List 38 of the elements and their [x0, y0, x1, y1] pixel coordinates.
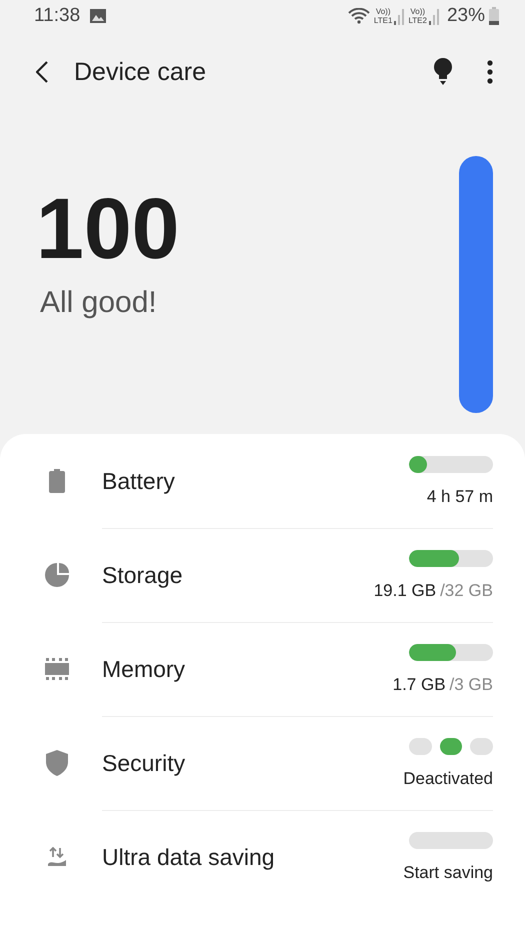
network-label: LTE2 [408, 16, 427, 25]
back-icon[interactable] [36, 61, 48, 83]
data-arrows-icon [48, 847, 66, 867]
item-label: Security [102, 750, 186, 777]
network-label: LTE1 [374, 16, 392, 25]
battery-icon [489, 7, 499, 25]
list-item[interactable]: Memory 1.7 GB /3 GB [0, 622, 525, 716]
score-value: 100 [36, 186, 180, 272]
memory-chip-icon [45, 658, 69, 680]
pie-chart-icon [45, 563, 69, 587]
volte-label: Vo)) [376, 7, 390, 16]
item-total: /32 GB [440, 581, 493, 600]
status-message: All good! [40, 286, 158, 320]
signal-icon [394, 9, 404, 25]
list-item[interactable]: Battery 4 h 57 m [0, 434, 525, 528]
item-value: 19.1 GB [374, 581, 436, 600]
battery-icon [49, 469, 65, 493]
item-label: Storage [102, 562, 184, 589]
shield-icon [46, 750, 68, 776]
item-value: 1.7 GB [392, 675, 446, 694]
item-label: Memory [102, 656, 186, 683]
more-options-icon[interactable] [487, 60, 493, 84]
battery-percent: 23% [446, 5, 485, 27]
screen-title: Device care [74, 58, 206, 86]
item-value: Deactivated [403, 769, 493, 788]
item-total: /3 GB [450, 675, 493, 694]
item-label: Battery [102, 468, 176, 494]
lightbulb-icon[interactable] [433, 58, 453, 86]
image-icon [90, 9, 106, 23]
clock-time: 11:38 [34, 5, 80, 27]
volte-label: Vo)) [410, 7, 426, 16]
signal-icon [428, 9, 439, 25]
list-item[interactable]: Storage 19.1 GB /32 GB [0, 528, 525, 622]
list-item[interactable]: Security Deactivated [0, 716, 525, 810]
item-value: Start saving [403, 863, 493, 882]
item-label: Ultra data saving [102, 844, 276, 871]
wifi-icon [348, 8, 370, 24]
item-value: 4 h 57 m [426, 486, 493, 506]
